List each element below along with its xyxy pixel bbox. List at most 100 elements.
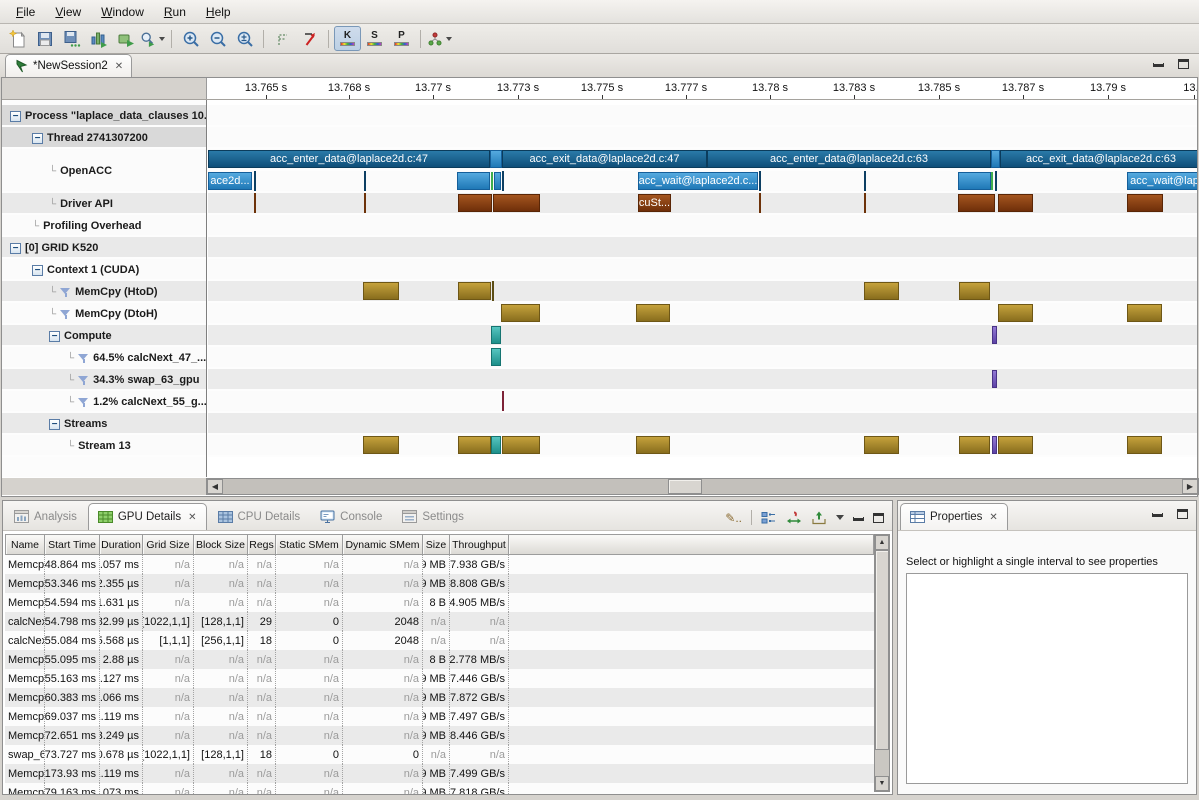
marker-button[interactable] [269, 26, 296, 51]
interval-bar-gold[interactable] [864, 436, 899, 454]
interval-bar-navyline[interactable] [995, 171, 997, 191]
table-row[interactable]: Memcpy173.93 ms1.119 msn/an/an/an/an/a9 … [5, 764, 874, 783]
interval-bar-gold[interactable] [998, 304, 1033, 322]
tree-row-grid-k520[interactable]: −[0] GRID K520 [2, 237, 206, 259]
interval-bar-purple[interactable] [992, 326, 997, 344]
collapse-toggle-icon[interactable]: − [49, 419, 60, 430]
interval-bar-brown[interactable] [998, 194, 1033, 212]
interval-bar-blue[interactable]: acc_wait@lap [1127, 172, 1197, 190]
vscroll-thumb[interactable] [875, 550, 889, 750]
interval-bar-gold[interactable] [959, 436, 990, 454]
menu-item-view[interactable]: View [45, 2, 91, 22]
close-icon[interactable]: ✕ [113, 61, 123, 72]
export-icon[interactable] [811, 511, 827, 525]
timeline-hscrollbar[interactable]: ◀ ▶ [206, 478, 1199, 495]
tree-row-kernel-swap63[interactable]: └34.3% swap_63_gpu [2, 369, 206, 391]
tree-row-process[interactable]: −Process "laplace_data_clauses 10... [2, 105, 206, 127]
interval-bar-gold[interactable] [1127, 436, 1162, 454]
table-row[interactable]: calcNext155.084 ms5.568 µs[1,1,1][256,1,… [5, 631, 874, 650]
interval-bar-navy[interactable]: acc_enter_data@laplace2d.c:63 [707, 150, 991, 168]
table-row[interactable]: Memcpy155.095 ms2.88 µsn/an/an/an/an/a8 … [5, 650, 874, 669]
close-icon[interactable]: ✕ [987, 512, 997, 523]
interval-bar-brown[interactable] [958, 194, 995, 212]
maximize-icon[interactable] [1177, 509, 1188, 519]
interval-bar-gold[interactable] [998, 436, 1033, 454]
tree-row-memcpy-htod[interactable]: └MemCpy (HtoD) [2, 281, 206, 303]
zoom-out-button[interactable] [204, 26, 231, 51]
tree-row-kernel-calcnext55[interactable]: └1.2% calcNext_55_g... [2, 391, 206, 413]
tree-row-compute[interactable]: −Compute [2, 325, 206, 347]
maximize-icon[interactable] [1178, 59, 1189, 69]
interval-bar-gold[interactable] [363, 436, 399, 454]
stream-timeline-toggle[interactable]: S [361, 26, 388, 51]
interval-bar-blue[interactable]: ace2d... [208, 172, 252, 190]
tree-row-stream-13[interactable]: └Stream 13 [2, 435, 206, 457]
table-row[interactable]: Memcpy169.037 ms1.119 msn/an/an/an/an/a9… [5, 707, 874, 726]
interval-bar-brownline[interactable] [364, 193, 366, 213]
tree-row-openacc[interactable]: └OpenACC [2, 149, 206, 193]
new-session-button[interactable] [4, 26, 31, 51]
close-icon[interactable]: ✕ [186, 512, 196, 523]
interval-bar-navyline[interactable] [254, 171, 256, 191]
interval-bar-navy[interactable]: acc_exit_data@laplace2d.c:63 [1000, 150, 1197, 168]
interval-bar-gold[interactable] [636, 436, 670, 454]
tab-settings[interactable]: Settings [393, 503, 473, 530]
collapse-toggle-icon[interactable]: − [10, 243, 21, 254]
zoom-in-button[interactable] [177, 26, 204, 51]
interval-bar-purple[interactable] [992, 436, 997, 454]
interval-bar-blue[interactable] [490, 150, 502, 168]
table-vscrollbar[interactable]: ▲ ▼ [874, 534, 890, 792]
interval-bar-teal[interactable] [491, 348, 501, 366]
interval-bar-redline[interactable] [502, 391, 504, 411]
interval-bar-navyline[interactable] [759, 171, 761, 191]
run-analysis-button[interactable] [112, 26, 139, 51]
table-row[interactable]: Memcpy172.651 ms93.249 µsn/an/an/an/an/a… [5, 726, 874, 745]
table-row[interactable]: Memcpy148.864 ms1.057 msn/an/an/an/an/a9… [5, 555, 874, 574]
hscroll-track[interactable] [223, 479, 1182, 494]
scroll-down-icon[interactable]: ▼ [875, 776, 889, 791]
hscroll-thumb[interactable] [668, 479, 702, 494]
interval-bar-brownline[interactable] [759, 193, 761, 213]
tree-row-profiling-overhead[interactable]: └Profiling Overhead [2, 215, 206, 237]
tab-console[interactable]: Console [311, 503, 391, 530]
interval-bar-gold[interactable] [864, 282, 899, 300]
interval-bar-navy[interactable]: acc_enter_data@laplace2d.c:47 [208, 150, 490, 168]
interval-bar-brown[interactable]: cuSt... [638, 194, 671, 212]
tab-cpu-details[interactable]: CPU Details [209, 503, 310, 530]
tab-analysis[interactable]: Analysis [5, 503, 86, 530]
menu-item-window[interactable]: Window [91, 2, 154, 22]
tree-row-thread[interactable]: −Thread 2741307200 [2, 127, 206, 149]
interval-bar-navyline[interactable] [864, 171, 866, 191]
table-row[interactable]: calcNext154.798 ms282.99 µs[1022,1,1][12… [5, 612, 874, 631]
edit-marker-button[interactable]: ✎.. [725, 511, 742, 525]
interval-bar-gold[interactable] [501, 304, 540, 322]
maximize-icon[interactable] [873, 513, 884, 523]
scroll-left-icon[interactable]: ◀ [207, 479, 223, 494]
menu-item-run[interactable]: Run [154, 2, 196, 22]
interval-bar-gold[interactable] [458, 436, 491, 454]
interval-bar-brown[interactable] [493, 194, 540, 212]
zoom-fit-button[interactable] [231, 26, 258, 51]
kernel-timeline-toggle[interactable]: K [334, 26, 361, 51]
tab-properties[interactable]: Properties ✕ [900, 503, 1008, 530]
tree-row-driver-api[interactable]: └Driver API [2, 193, 206, 215]
interval-bar-green[interactable] [491, 172, 493, 190]
interval-bar-gold[interactable] [1127, 304, 1162, 322]
interval-bar-darkline[interactable] [492, 281, 494, 301]
interval-bar-navyline[interactable] [502, 171, 504, 191]
process-timeline-toggle[interactable]: P [388, 26, 415, 51]
interval-bar-gold[interactable] [363, 282, 399, 300]
table-row[interactable]: Memcpy153.346 ms52.355 µsn/an/an/an/an/a… [5, 574, 874, 593]
collapse-toggle-icon[interactable]: − [49, 331, 60, 342]
interval-bar-blue[interactable] [457, 172, 490, 190]
profile-button[interactable] [139, 26, 166, 51]
table-row[interactable]: Memcpy160.383 ms1.066 msn/an/an/an/an/a9… [5, 688, 874, 707]
table-row[interactable]: Memcpy179.163 ms1.073 msn/an/an/an/an/a9… [5, 783, 874, 794]
tab-newsession2[interactable]: *NewSession2 ✕ [5, 54, 132, 77]
view-menu-icon[interactable] [836, 515, 844, 520]
interval-bar-gold[interactable] [636, 304, 670, 322]
fit-columns-icon[interactable] [786, 511, 802, 525]
goto-marker-button[interactable] [296, 26, 323, 51]
interval-bar-teal[interactable] [491, 436, 501, 454]
tab-gpu-details[interactable]: GPU Details✕ [88, 503, 207, 530]
